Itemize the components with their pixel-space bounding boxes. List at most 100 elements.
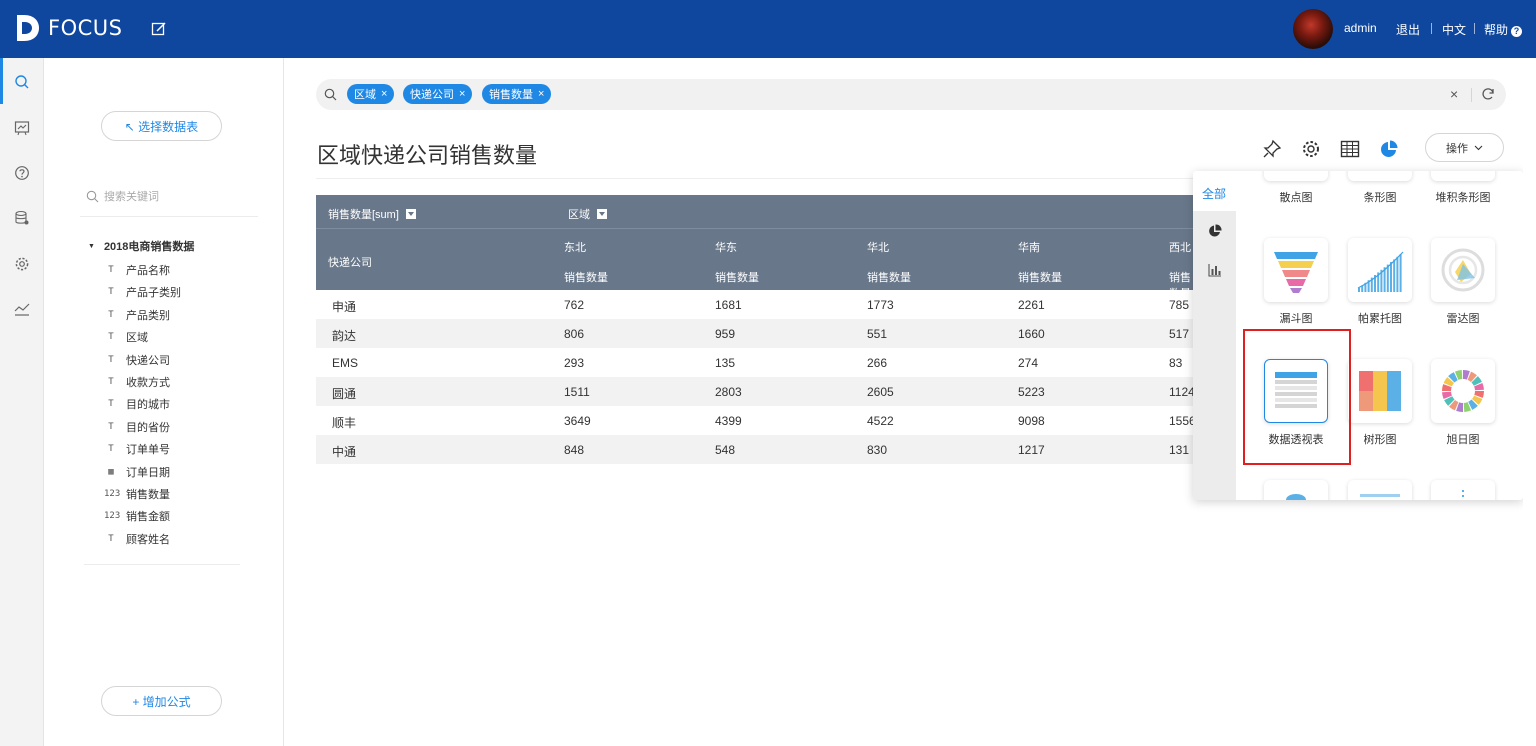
field-item[interactable]: T 目的省份	[104, 419, 170, 435]
refresh-icon[interactable]	[1481, 87, 1495, 101]
table-row: 申通 762 1681 1773 2261 785	[316, 290, 1194, 319]
table-cell: 2605	[867, 385, 894, 399]
field-item[interactable]: T 快递公司	[104, 352, 170, 368]
field-label: 订单日期	[126, 466, 170, 479]
dropdown-icon[interactable]	[597, 209, 607, 219]
table-cell: 959	[715, 327, 736, 341]
pin-icon[interactable]	[1262, 139, 1282, 159]
field-item[interactable]: T 顾客姓名	[104, 531, 170, 547]
help-link[interactable]: 帮助?	[1484, 21, 1523, 38]
trend-icon[interactable]	[14, 301, 30, 317]
chart-card-label: 雷达图	[1446, 313, 1480, 325]
operate-dropdown[interactable]: 操作	[1425, 133, 1504, 162]
tab-all-label[interactable]: 全部	[1202, 185, 1226, 202]
field-item[interactable]: T 产品名称	[104, 262, 170, 278]
number-type-icon: 123	[104, 511, 121, 522]
chart-type-picker: 全部 散点图 条形图 堆积条形图 漏斗图 帕累托图 雷达图 数据透视表 树形图 …	[1193, 171, 1523, 500]
table-cell: 1511	[564, 385, 590, 399]
field-item[interactable]: T 收款方式	[104, 374, 170, 390]
chip-sales-qty[interactable]: 销售数量 ×	[482, 84, 552, 104]
chart-card-radar[interactable]	[1431, 238, 1495, 302]
settings-icon[interactable]	[1301, 139, 1321, 159]
field-label: 顾客姓名	[126, 533, 170, 546]
table-cell: 2261	[1018, 298, 1045, 312]
field-label: 订单单号	[126, 444, 170, 457]
pie-chart-icon[interactable]	[1208, 224, 1222, 238]
close-icon[interactable]: ×	[459, 88, 465, 100]
chart-card[interactable]	[1431, 480, 1495, 500]
add-formula-button[interactable]: + 增加公式	[101, 686, 222, 716]
database-icon[interactable]	[14, 210, 30, 226]
field-item[interactable]: T 产品子类别	[104, 284, 181, 300]
close-icon[interactable]: ×	[538, 88, 544, 100]
table-tree-root[interactable]: ▼ 2018电商销售数据	[88, 238, 194, 254]
help-label: 帮助	[1484, 23, 1509, 37]
table-view-icon[interactable]	[1340, 139, 1360, 159]
close-icon[interactable]: ×	[381, 88, 387, 100]
select-table-button[interactable]: ↖ 选择数据表	[101, 111, 222, 141]
username[interactable]: admin	[1344, 21, 1377, 35]
board-icon[interactable]	[14, 120, 30, 136]
table-header: 销售数量[sum] 区域 快递公司 东北 销售数量 华东 销售数量 华北 销售数量 华南 销售…	[316, 195, 1194, 300]
region-header: 华南	[1018, 242, 1040, 254]
chip-courier[interactable]: 快递公司 ×	[403, 84, 473, 104]
measure-header[interactable]: 销售数量[sum]	[328, 206, 416, 222]
table-row: EMS 293 135 266 274 83	[316, 348, 1194, 377]
field-label: 收款方式	[126, 377, 170, 389]
gear-icon[interactable]	[14, 256, 30, 272]
field-item[interactable]: T 产品类别	[104, 307, 170, 323]
chip-region[interactable]: 区域 ×	[347, 84, 395, 104]
clear-search-icon[interactable]: ×	[1450, 86, 1458, 102]
dropdown-icon[interactable]	[405, 209, 416, 219]
keyword-search[interactable]: 搜索关键词	[86, 188, 159, 204]
field-item[interactable]: T 区域	[104, 329, 148, 345]
region-header: 华东	[715, 242, 737, 254]
chip-label: 区域	[354, 89, 376, 101]
table-cell: 293	[564, 356, 585, 370]
pivot-table: 销售数量[sum] 区域 快递公司 东北 销售数量 华东 销售数量 华北 销售数量 华南 销售…	[316, 195, 1196, 464]
field-item[interactable]: T 目的城市	[104, 396, 170, 412]
measure-subheader: 销售数量	[564, 272, 608, 284]
chart-card-pareto[interactable]	[1348, 238, 1412, 302]
chart-card-sunburst[interactable]	[1431, 359, 1495, 423]
table-cell: 1681	[715, 298, 742, 312]
logout-link[interactable]: 退出	[1396, 21, 1420, 38]
app-name: FOCUS	[48, 16, 123, 40]
language-link[interactable]: 中文	[1442, 21, 1466, 38]
chart-card-funnel[interactable]	[1264, 238, 1328, 302]
search-bar[interactable]: 区域 × 快递公司 × 销售数量 × ×	[316, 79, 1506, 110]
pareto-bar	[1390, 262, 1392, 292]
pie-chart-icon[interactable]	[1379, 139, 1399, 159]
text-type-icon: T	[108, 444, 114, 455]
table-cell: 3649	[564, 414, 591, 428]
table-name: 2018电商销售数据	[103, 241, 195, 253]
field-label: 目的城市	[126, 399, 170, 412]
edit-icon[interactable]	[151, 21, 167, 37]
field-label: 产品子类别	[126, 287, 181, 300]
caret-down-icon: ▼	[88, 242, 95, 250]
page-title: 区域快递公司销售数量	[317, 143, 538, 168]
chart-card[interactable]	[1264, 480, 1328, 500]
help-circle-icon[interactable]	[14, 165, 30, 181]
table-cell: 806	[564, 327, 585, 341]
logo[interactable]: FOCUS	[14, 13, 122, 43]
treemap-chart-icon	[1359, 371, 1401, 411]
chart-card-stacked-bar[interactable]	[1431, 171, 1495, 181]
search-icon[interactable]	[14, 74, 30, 90]
field-label: 目的省份	[126, 421, 170, 434]
chart-card-scatter[interactable]	[1264, 171, 1328, 181]
text-type-icon: T	[108, 421, 114, 432]
field-item[interactable]: T 订单单号	[104, 441, 170, 457]
chart-card-bar[interactable]	[1348, 171, 1412, 181]
column-field-header[interactable]: 区域	[568, 206, 607, 222]
text-type-icon: T	[108, 287, 114, 298]
field-item[interactable]: 123 销售金额	[104, 508, 170, 524]
field-item[interactable]: ▦ 订单日期	[104, 464, 170, 480]
chart-card[interactable]	[1348, 480, 1412, 500]
chart-card-label: 散点图	[1279, 192, 1313, 204]
bar-chart-icon[interactable]	[1208, 263, 1222, 277]
divider	[80, 216, 258, 217]
avatar[interactable]	[1293, 9, 1333, 49]
field-item[interactable]: 123 销售数量	[104, 486, 170, 502]
chart-card-treemap[interactable]	[1348, 359, 1412, 423]
